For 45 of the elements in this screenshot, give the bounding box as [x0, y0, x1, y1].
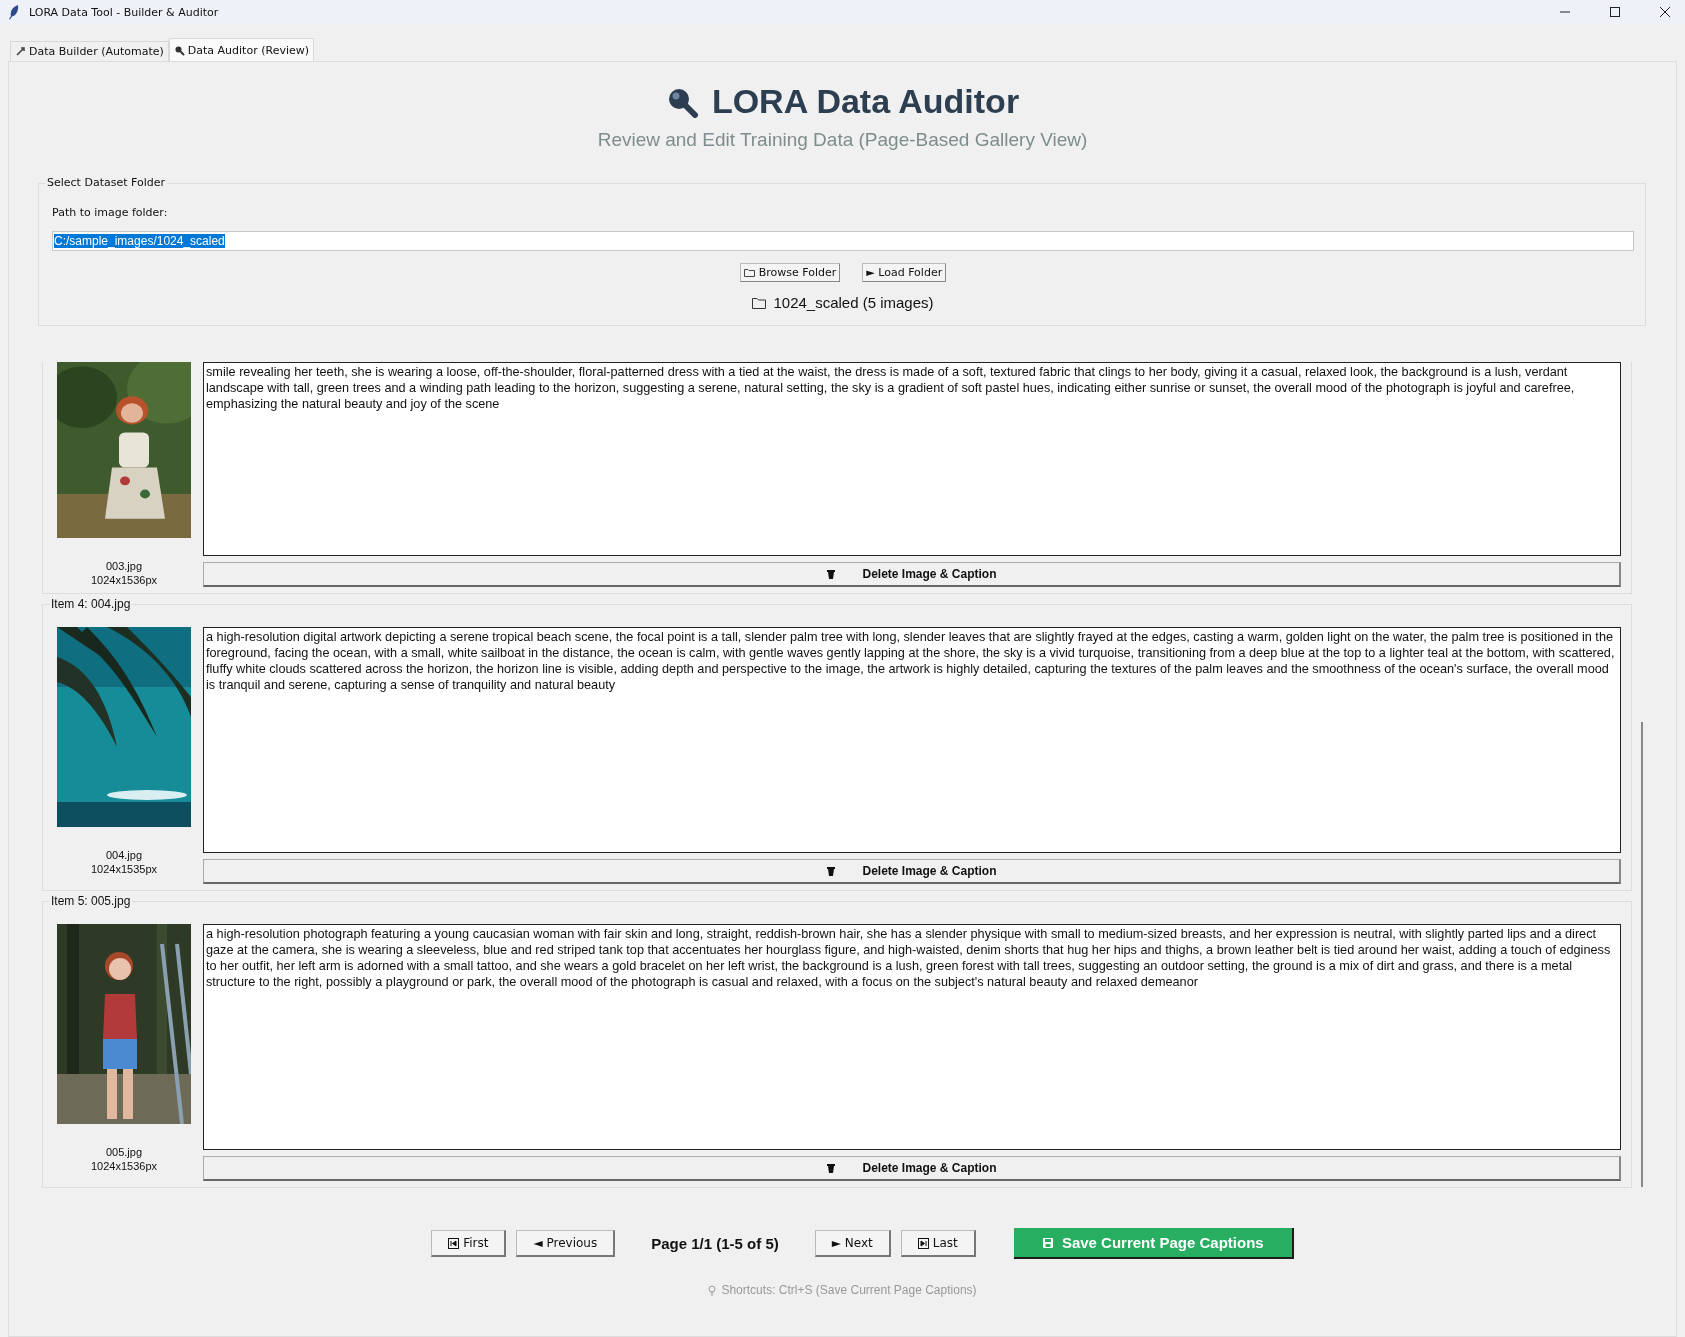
trash-icon — [826, 569, 837, 579]
folder-icon — [743, 268, 755, 277]
window-title: LORA Data Tool - Builder & Auditor — [29, 5, 219, 19]
lightbulb-icon — [708, 1284, 717, 1296]
tab[interactable]: Data Builder (Automate) — [10, 41, 169, 61]
shortcuts-hint: Shortcuts: Ctrl+S (Save Current Page Captions) — [721, 1283, 977, 1297]
caption-field[interactable]: smile revealing her teeth, she is wearing a loose, off-the-shoulder, floral-patterned dress with a tied at the waist, the dress is made of a soft, textured fabric that clings to her body, giving it a casual, relaxed look, the background is a lush, verdant landscape with tall, green trees and a winding path leading to the horizon, suggesting a serene, natural setting, the sky is a gradient of soft pastel hues, indicating either sunrise or sunset, the overall mood of the photograph is joyful and carefree, emphasizing the natural beauty and joy of the scene — [203, 362, 1621, 556]
delete-button[interactable]: Delete Image & Caption — [203, 562, 1621, 587]
search-icon — [173, 44, 185, 56]
skip-forward-icon — [917, 1237, 929, 1249]
image-size: 1024x1536px — [90, 574, 158, 586]
app-title: LORA Data Auditor — [711, 82, 1020, 121]
load-button[interactable]: ► Load Folder — [862, 263, 947, 282]
item-legend: Item 4: 004.jpg — [49, 597, 133, 611]
path-field[interactable]: C:/sample_images/1024_scaled — [52, 231, 1634, 251]
page-info: Page 1/1 (1-5 of 5) — [651, 1235, 779, 1252]
file-name: 004.jpg — [105, 849, 143, 861]
delete-button[interactable]: Delete Image & Caption — [203, 859, 1621, 884]
browse-button[interactable]: Browse Folder — [739, 263, 841, 282]
file-name: 003.jpg — [105, 560, 143, 572]
path-label: Path to image folder: — [52, 206, 169, 219]
trash-icon — [826, 866, 837, 876]
previous-button[interactable]: ◄ Previous — [516, 1230, 616, 1257]
save-icon — [1041, 1236, 1054, 1249]
maximize-icon[interactable] — [1609, 6, 1621, 18]
close-icon[interactable] — [1659, 6, 1671, 18]
delete-button[interactable]: Delete Image & Caption — [203, 1156, 1621, 1181]
item-legend: Item 5: 005.jpg — [49, 894, 133, 908]
next-button[interactable]: ► Next — [814, 1230, 891, 1257]
folder-status: 1024_scaled (5 images) — [773, 294, 934, 311]
first-button[interactable]: First — [431, 1230, 507, 1257]
app-subtitle: Review and Edit Training Data (Page-Based Gallery View) — [597, 129, 1088, 151]
image-size: 1024x1535px — [90, 863, 158, 875]
caption-field[interactable]: a high-resolution photograph featuring a young caucasian woman with fair skin and long, straight, reddish-brown hair, she has a slender physique with small to medium-sized breasts, and her expression is neutral, with slightly parted lips and a direct gaze at the camera, she is wearing a sleeveless, blue and red striped tank top that accentuates her hourglass figure, and high-waisted, denim shorts that hug her hips and thighs, a brown leather belt is tied around her waist, adding a touch of edginess to her outfit, her left arm is adorned with a small tattoo, and she wears a gold bracelet on her left wrist, the background is a lush, green forest with tall trees, suggesting an outdoor setting, the ground is a mix of dirt and grass, and there is a metal structure to the right, possibly a playground or park, the overall mood of the photograph is casual and relaxed, with a focus on the subject's natural beauty and relaxed demeanor — [203, 924, 1621, 1150]
last-button[interactable]: Last — [900, 1230, 976, 1257]
folder-icon — [752, 296, 767, 309]
image-size: 1024x1536px — [90, 1160, 158, 1172]
scrollbar-thumb[interactable] — [1641, 722, 1643, 1187]
group-legend: Select Dataset Folder — [45, 176, 167, 189]
file-name: 005.jpg — [105, 1146, 143, 1158]
trash-icon — [826, 1163, 837, 1173]
tab[interactable]: Data Auditor (Review) — [168, 38, 315, 61]
caption-field[interactable]: a high-resolution digital artwork depicting a serene tropical beach scene, the focal point is a tall, slender palm tree with long, slender leaves that are slightly frayed at the edges, casting a warm, golden light on the water, the palm tree is positioned in the foreground, facing the ocean, with a small, white sailboat in the distance, the ocean is calm, with gentle waves gently lapping at the shore, the sky is a vivid turquoise, transitioning from a deep blue at the top to a lighter teal at the bottom, with scattered, fluffy white clouds scattered across the horizon, the horizon line is visible, adding depth and perspective to the image, the artwork is highly detailed, capturing the textures of the palm leaves and the smoothness of the ocean's surface, the overall mood is tranquil and serene, capturing a sense of tranquility and natural beauty — [203, 627, 1621, 853]
feather-icon — [8, 4, 20, 20]
skip-back-icon — [448, 1237, 460, 1249]
